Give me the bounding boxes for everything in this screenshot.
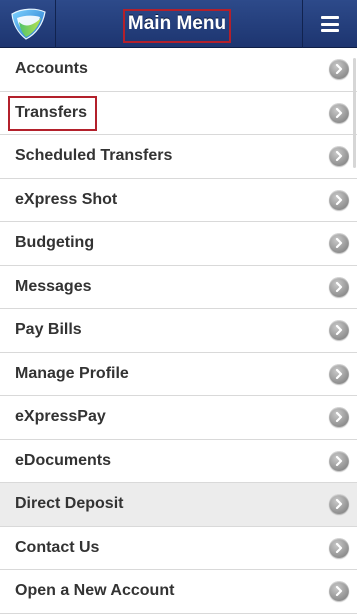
- menu-item-label: eXpressPay: [15, 408, 106, 426]
- main-menu-screen: Main Menu Accounts Transfers Scheduled T…: [0, 0, 357, 615]
- menu-item-transfers[interactable]: Transfers: [0, 91, 357, 135]
- scrollbar-thumb[interactable]: [353, 58, 356, 168]
- menu-item-label: eDocuments: [15, 451, 112, 469]
- hamburger-menu-button[interactable]: [302, 0, 357, 48]
- bank-logo-icon: [10, 8, 46, 40]
- menu-item-express-shot[interactable]: eXpress Shot: [0, 178, 357, 222]
- menu-item-label: Open a New Account: [15, 582, 175, 600]
- menu-item-contact-us[interactable]: Contact Us: [0, 526, 357, 570]
- menu-item-label: Contact Us: [15, 538, 100, 556]
- menu-item-label: Accounts: [15, 60, 88, 78]
- logo-button[interactable]: [0, 0, 56, 48]
- chevron-right-icon: [329, 581, 349, 602]
- menu-item-label: Direct Deposit: [15, 495, 124, 513]
- chevron-right-icon: [329, 233, 349, 254]
- chevron-right-icon: [329, 407, 349, 428]
- main-menu-list: Accounts Transfers Scheduled Transfers e…: [0, 48, 357, 614]
- menu-item-label: eXpress Shot: [15, 190, 118, 208]
- chevron-right-icon: [329, 189, 349, 210]
- menu-item-label: Scheduled Transfers: [15, 147, 173, 165]
- menu-item-budgeting[interactable]: Budgeting: [0, 222, 357, 266]
- menu-item-edocuments[interactable]: eDocuments: [0, 439, 357, 483]
- menu-item-manage-profile[interactable]: Manage Profile: [0, 352, 357, 396]
- menu-item-accounts[interactable]: Accounts: [0, 48, 357, 92]
- menu-item-open-new-account[interactable]: Open a New Account: [0, 570, 357, 614]
- header-bar: Main Menu: [0, 0, 357, 48]
- chevron-right-icon: [329, 363, 349, 384]
- chevron-right-icon: [329, 102, 349, 123]
- chevron-right-icon: [329, 450, 349, 471]
- page-title: Main Menu: [127, 13, 227, 34]
- menu-item-label: Pay Bills: [15, 321, 82, 339]
- chevron-right-icon: [329, 537, 349, 558]
- chevron-right-icon: [329, 59, 349, 80]
- menu-item-direct-deposit[interactable]: Direct Deposit: [0, 483, 357, 527]
- menu-item-label: Transfers: [15, 103, 88, 121]
- chevron-right-icon: [329, 146, 349, 167]
- menu-item-scheduled-transfers[interactable]: Scheduled Transfers: [0, 135, 357, 179]
- chevron-right-icon: [329, 494, 349, 515]
- menu-item-label: Manage Profile: [15, 364, 129, 382]
- chevron-right-icon: [329, 320, 349, 341]
- menu-item-label: Budgeting: [15, 234, 95, 252]
- menu-item-pay-bills[interactable]: Pay Bills: [0, 309, 357, 353]
- hamburger-icon: [321, 16, 339, 32]
- chevron-right-icon: [329, 276, 349, 297]
- menu-item-expresspay[interactable]: eXpressPay: [0, 396, 357, 440]
- menu-item-label: Messages: [15, 277, 92, 295]
- menu-item-messages[interactable]: Messages: [0, 265, 357, 309]
